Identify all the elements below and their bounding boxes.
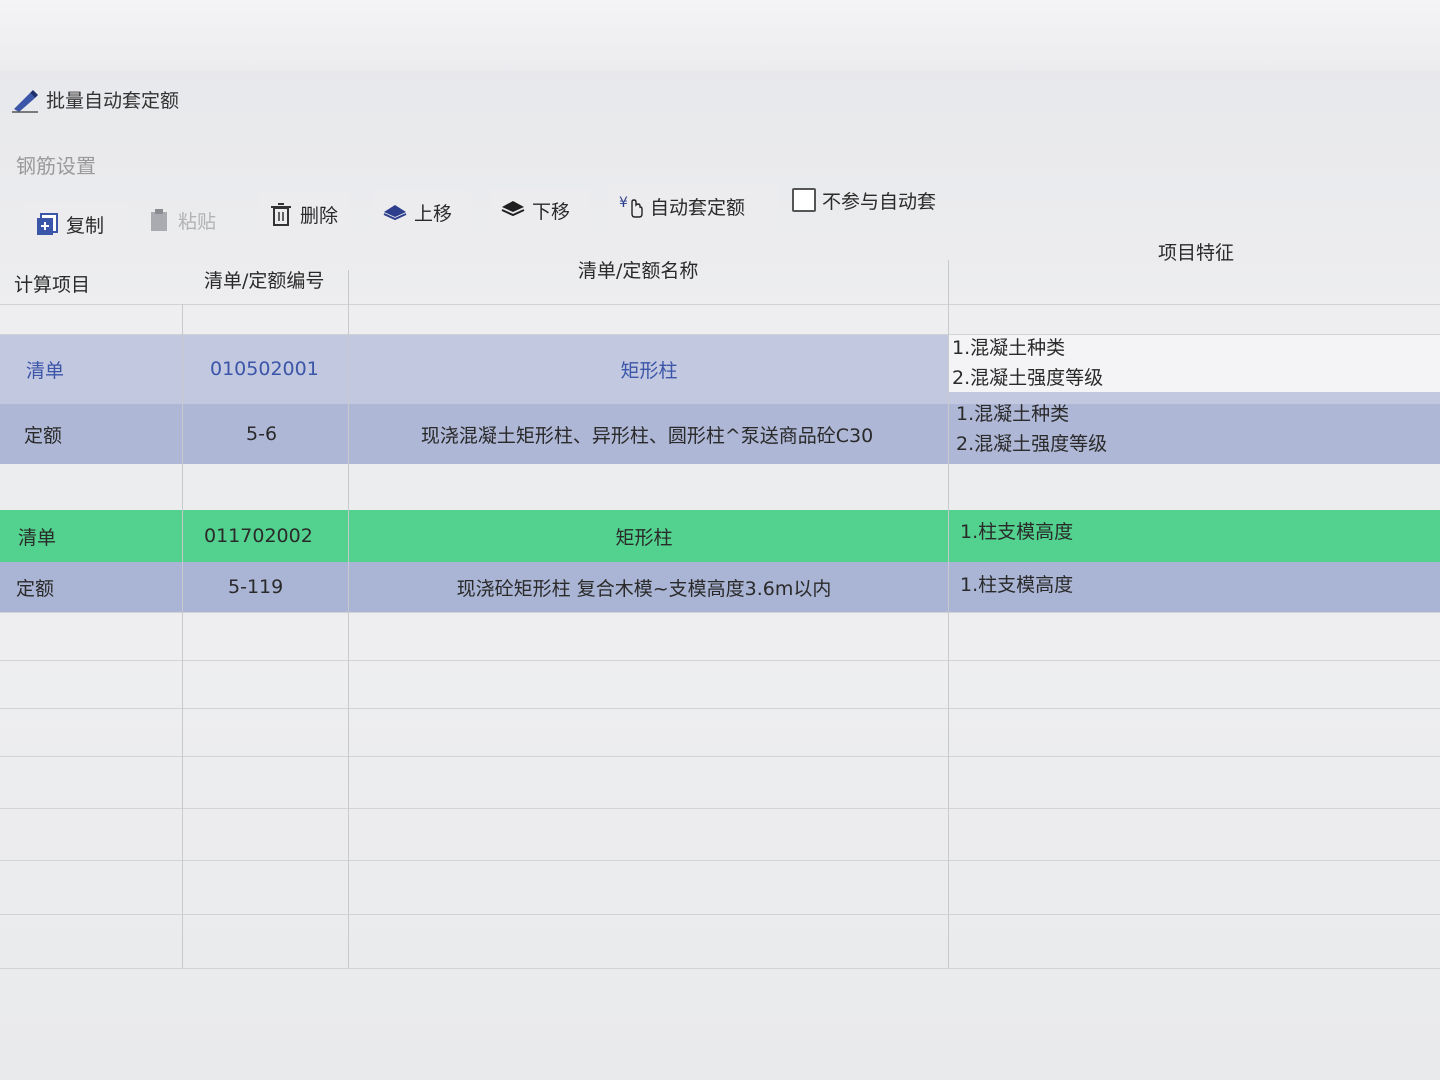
feature-line: 1.混凝土种类 [952,337,1066,359]
table-row[interactable]: 定额 5-6 现浇混凝土矩形柱、异形柱、圆形柱^泵送商品砼C30 1.混凝土种类… [0,403,1440,464]
quota-grid: 计算项目 清单/定额编号 清单/定额名称 项目特征 清单 010502001 矩… [0,230,1440,990]
grid-line [0,914,1440,915]
exclude-auto-assign-toggle[interactable]: 不参与自动套 [782,178,972,222]
grid-line [348,270,349,968]
row-name: 矩形柱 [620,359,678,382]
empty-row[interactable] [0,464,1440,510]
grid-line [0,968,1440,969]
grid-line [0,334,1440,335]
row-features: 1.柱支模高度 [960,520,1074,543]
window-top-area [0,0,1440,70]
grid-line [0,304,1440,305]
feature-line: 2.混凝土强度等级 [952,367,1104,389]
header-features[interactable]: 项目特征 [1158,238,1234,265]
move-down-button[interactable]: 下移 [490,188,590,232]
batch-auto-assign-link[interactable]: 批量自动套定额 [10,86,179,113]
row-name: 现浇砼矩形柱 复合木模~支模高度3.6m以内 [456,577,832,600]
row-code: 5-119 [228,576,284,598]
table-row[interactable]: 定额 5-119 现浇砼矩形柱 复合木模~支模高度3.6m以内 1.柱支模高度 [0,562,1440,612]
row-features: 1.混凝土种类 2.混凝土强度等级 [948,334,1440,392]
row-type: 清单 [26,359,65,382]
delete-button-label: 删除 [300,204,339,227]
row-type: 清单 [18,526,57,549]
grid-line [0,860,1440,861]
move-up-icon [383,205,407,221]
svg-text:¥: ¥ [619,195,628,211]
grid-line [182,304,183,968]
grid-line [0,756,1440,757]
trash-icon [271,203,291,226]
grid-line [948,260,949,968]
move-down-icon [501,201,525,217]
row-code: 010502001 [210,358,319,380]
row-type: 定额 [16,577,55,600]
move-down-button-label: 下移 [532,200,571,223]
row-features: 1.混凝土种类 2.混凝土强度等级 [956,390,1440,468]
grid-line [0,660,1440,661]
auto-assign-icon: ¥ [619,195,643,218]
feature-line: 1.混凝土种类 [956,403,1070,425]
auto-assign-quota-button[interactable]: ¥ 自动套定额 [608,184,778,228]
section-title: 钢筋设置 [16,154,96,178]
feature-line: 2.混凝土强度等级 [956,433,1108,455]
pen-icon [12,89,38,113]
auto-assign-quota-label: 自动套定额 [650,196,746,219]
empty-row[interactable] [0,304,1440,334]
grid-line [0,708,1440,709]
row-code: 5-6 [246,423,278,445]
row-name: 矩形柱 [615,526,673,549]
move-up-button[interactable]: 上移 [372,190,472,234]
row-type: 定额 [24,424,63,447]
move-up-button-label: 上移 [414,202,453,225]
row-code: 011702002 [204,525,313,547]
table-row-selected[interactable]: 清单 011702002 矩形柱 1.柱支模高度 [0,510,1440,562]
exclude-checkbox[interactable] [792,188,816,212]
grid-line [0,612,1440,613]
header-calc-item[interactable]: 计算项目 [14,270,90,297]
batch-auto-assign-label: 批量自动套定额 [46,90,180,112]
row-name: 现浇混凝土矩形柱、异形柱、圆形柱^泵送商品砼C30 [420,424,874,447]
header-code[interactable]: 清单/定额编号 [204,266,324,293]
exclude-checkbox-label: 不参与自动套 [822,190,937,213]
grid-line [0,808,1440,809]
row-features: 1.柱支模高度 [960,573,1074,596]
header-name[interactable]: 清单/定额名称 [578,256,698,283]
